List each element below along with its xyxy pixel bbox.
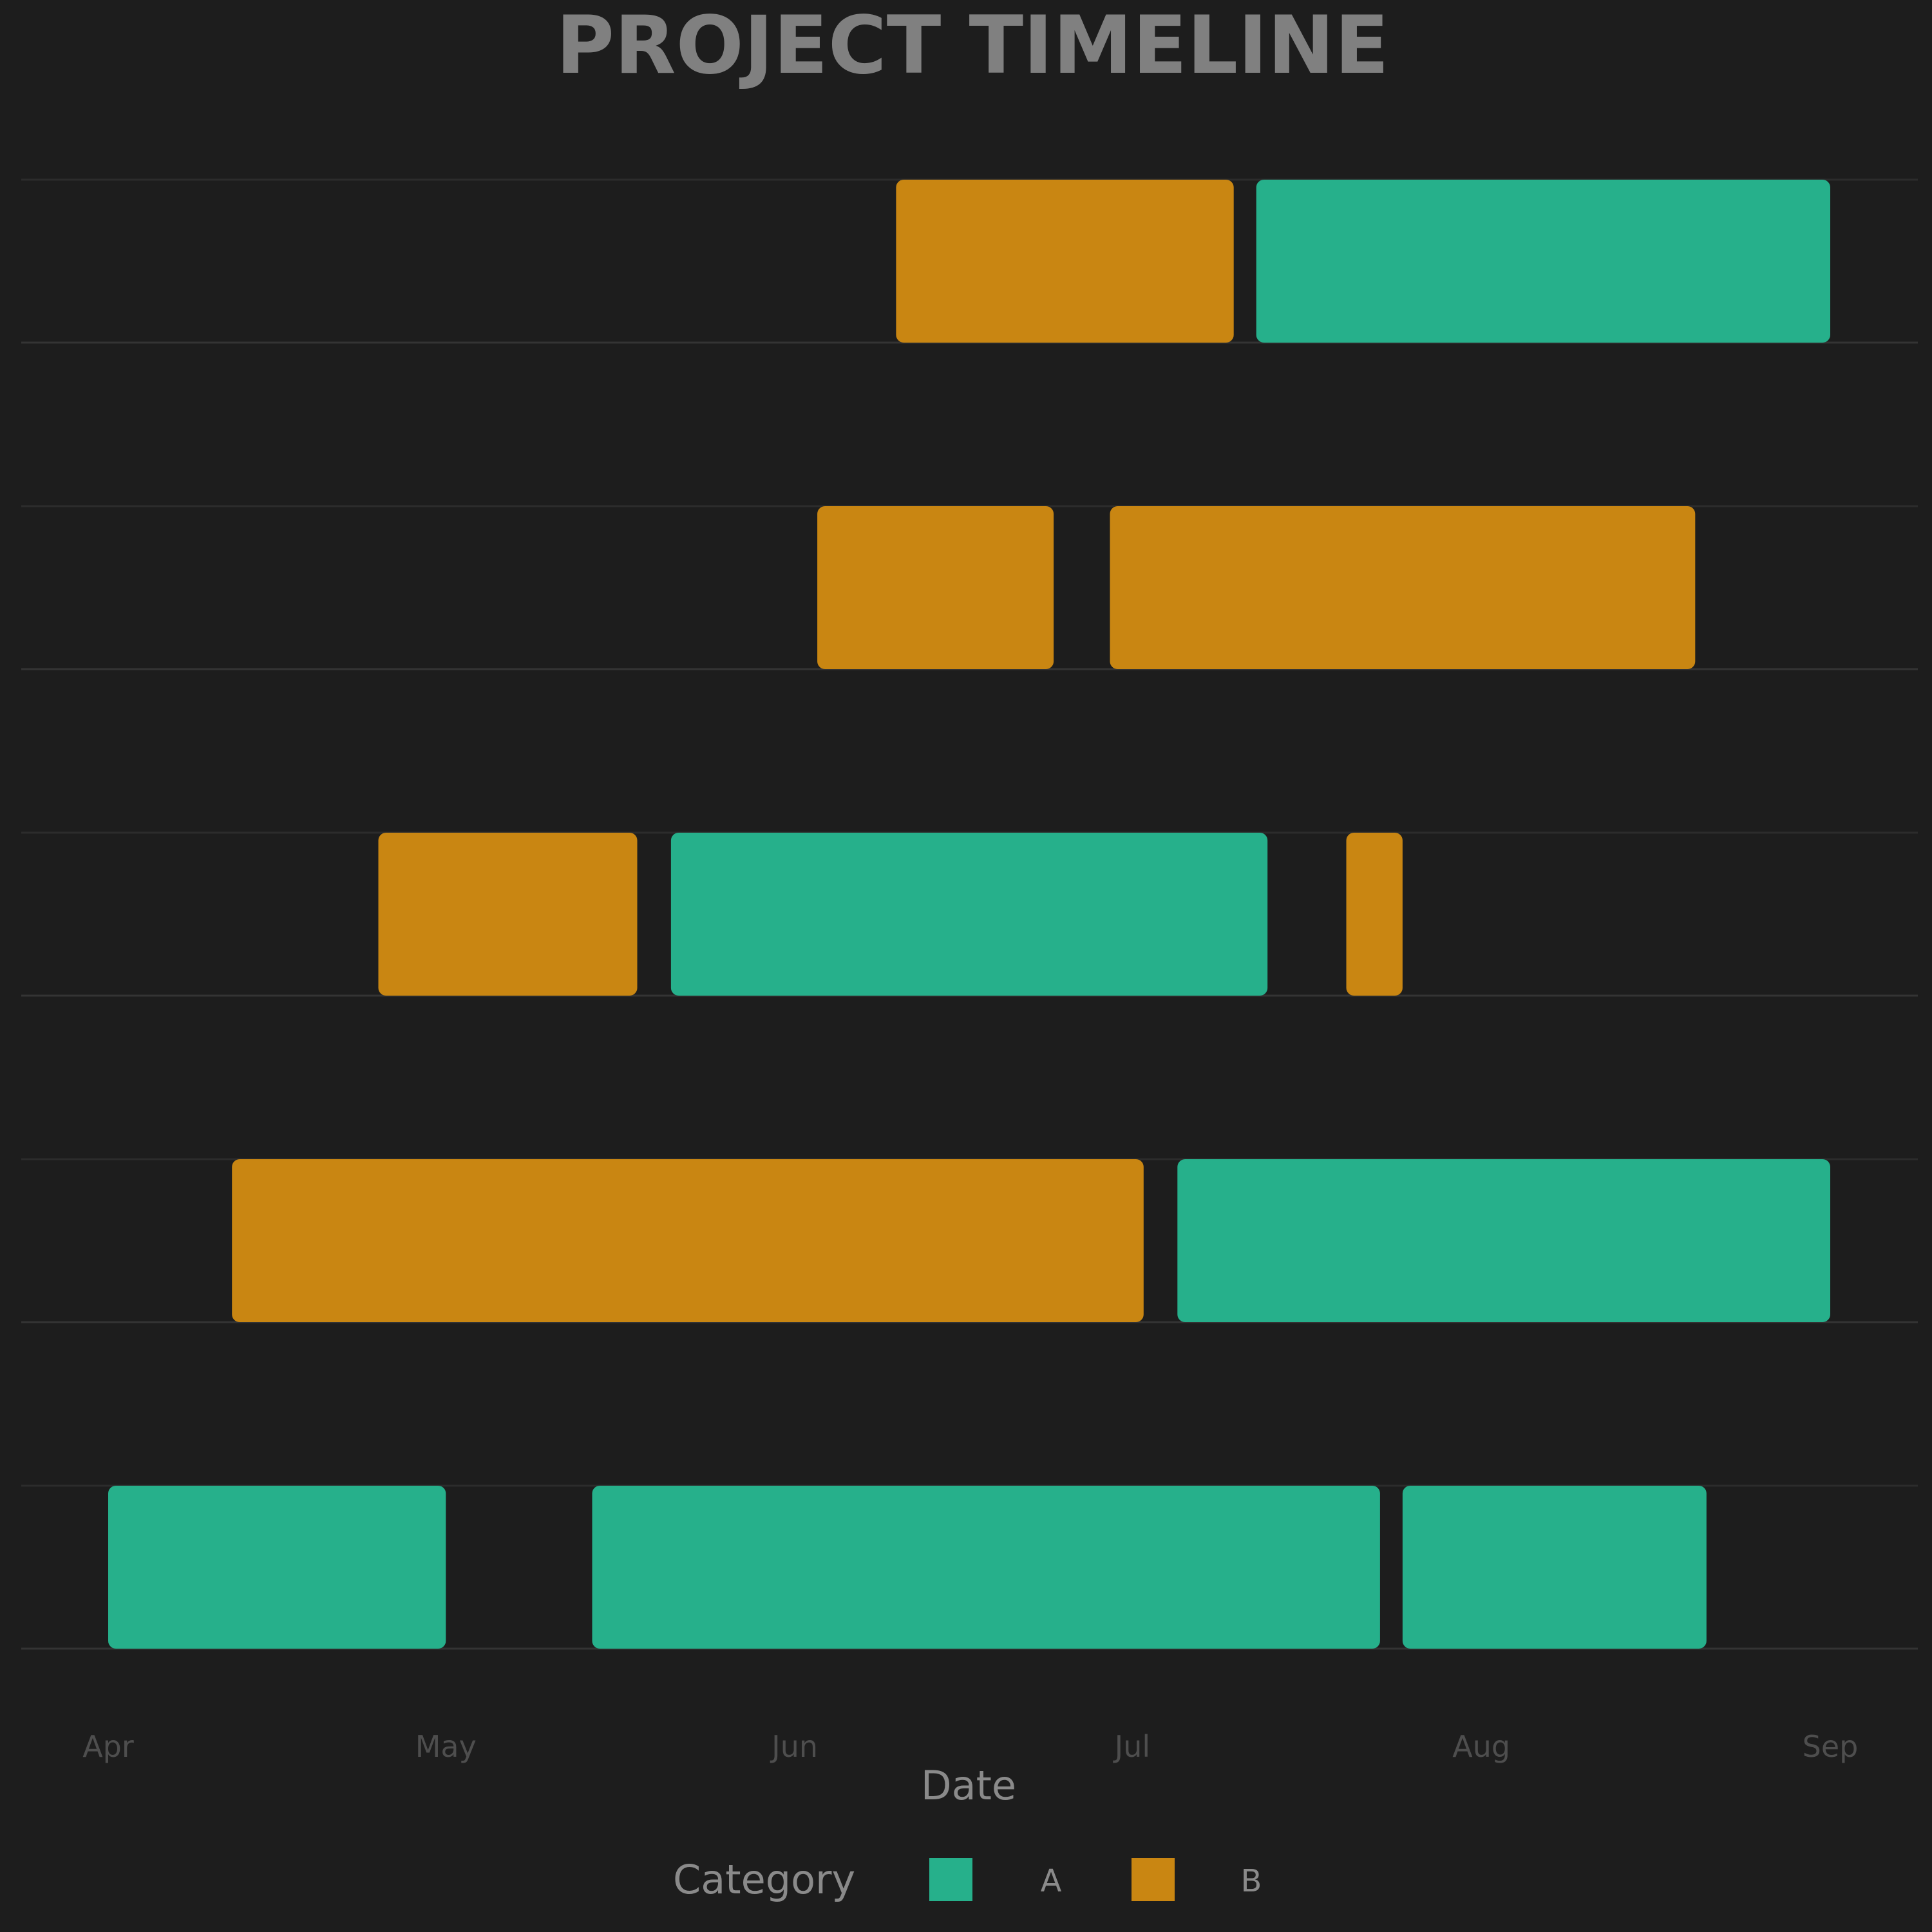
- legend-title: Category: [673, 1856, 855, 1903]
- task-bar-a[interactable]: [670, 833, 1268, 996]
- task-bar-b[interactable]: [1110, 506, 1696, 669]
- task-bars: [108, 180, 1830, 1649]
- task-bar-a[interactable]: [108, 1486, 446, 1649]
- legend-swatch-b: [1132, 1858, 1175, 1901]
- task-bar-a[interactable]: [1402, 1486, 1707, 1649]
- task-bar-a[interactable]: [592, 1486, 1380, 1649]
- task-bar-b[interactable]: [378, 833, 638, 996]
- task-bar-a[interactable]: [1256, 180, 1830, 343]
- legend: Category A B: [673, 1856, 1262, 1903]
- task-bar-b[interactable]: [1346, 833, 1403, 996]
- x-axis-ticks: Apr May Jun Jul Aug Sep: [82, 1729, 1858, 1764]
- legend-swatch-a: [929, 1858, 972, 1901]
- x-tick-label: Aug: [1452, 1729, 1510, 1764]
- task-bar-b[interactable]: [817, 506, 1054, 669]
- x-tick-label: Apr: [82, 1729, 134, 1764]
- x-tick-label: May: [415, 1729, 477, 1764]
- task-bar-b[interactable]: [232, 1159, 1144, 1322]
- x-axis-title: Date: [921, 1762, 1016, 1809]
- task-bar-b[interactable]: [896, 180, 1234, 343]
- x-tick-label: Jul: [1113, 1729, 1151, 1764]
- legend-label-a: A: [1041, 1863, 1062, 1899]
- legend-label-b: B: [1241, 1863, 1262, 1899]
- gantt-chart: PROJECT TIMELINE Apr May Jun Jul Aug Sep Date…: [21, 0, 1918, 1903]
- x-tick-label: Sep: [1803, 1729, 1859, 1764]
- chart-title: PROJECT TIMELINE: [556, 0, 1389, 92]
- x-tick-label: Jun: [770, 1729, 818, 1764]
- task-bar-a[interactable]: [1177, 1159, 1830, 1322]
